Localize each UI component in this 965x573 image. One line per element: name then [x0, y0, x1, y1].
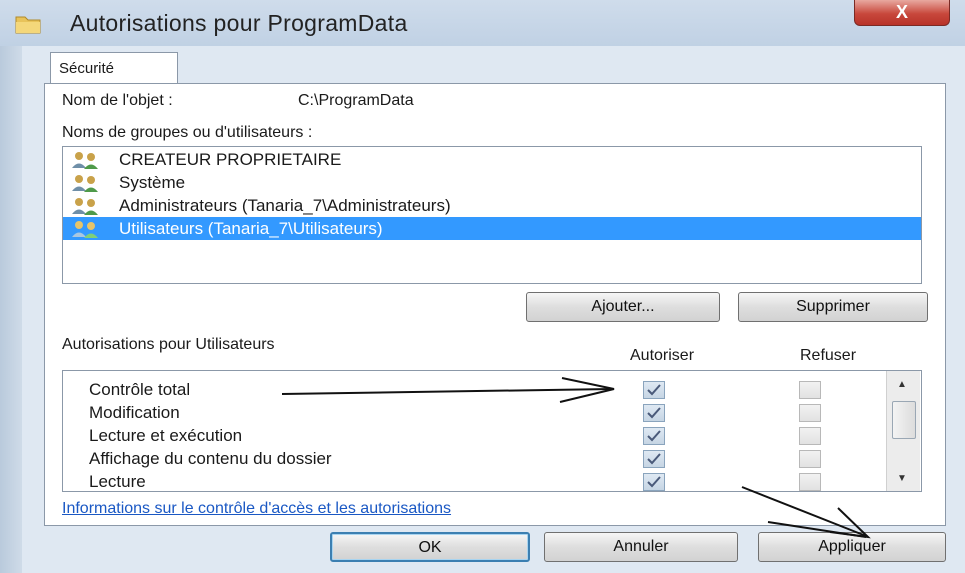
- arrow-to-full-control: [281, 377, 615, 403]
- permissions-dialog: Autorisations pour ProgramData X Sécurit…: [0, 0, 965, 573]
- annotation-arrows: [281, 377, 871, 539]
- arrow-to-apply: [741, 486, 871, 539]
